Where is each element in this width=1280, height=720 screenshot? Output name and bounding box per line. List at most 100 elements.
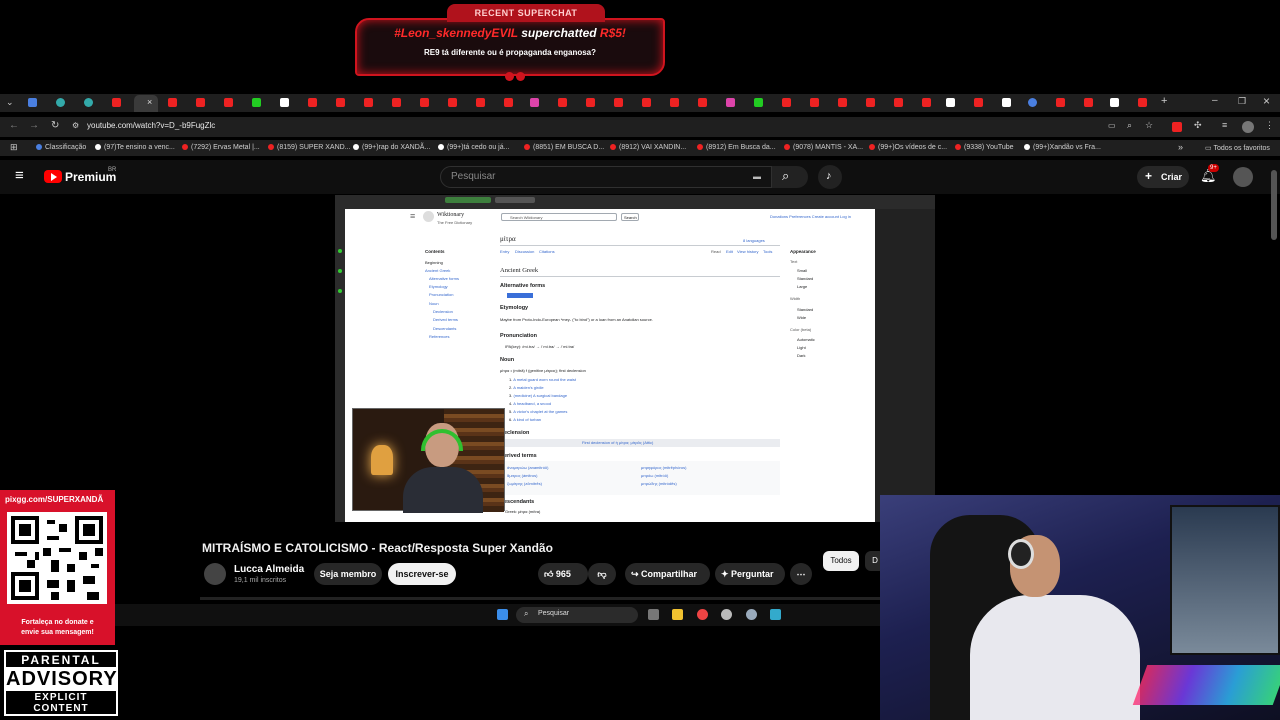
- hamburger-menu-icon[interactable]: ≡: [15, 167, 24, 184]
- tab-favicon[interactable]: [336, 98, 345, 107]
- tab-favicon[interactable]: [530, 98, 539, 107]
- extension-icon[interactable]: [1172, 122, 1182, 132]
- app-icon[interactable]: [721, 609, 732, 620]
- tab-favicon[interactable]: [112, 98, 121, 107]
- subscribe-button[interactable]: Inscrever-se: [388, 563, 456, 585]
- tab-favicon[interactable]: [476, 98, 485, 107]
- profile-avatar[interactable]: [1242, 121, 1254, 133]
- tab-favicon[interactable]: [392, 98, 401, 107]
- page-scrollbar[interactable]: [1271, 170, 1277, 240]
- browser-tab-strip[interactable]: ⌄ × + – ❐ ×: [0, 94, 1280, 112]
- search-button[interactable]: ⌕: [772, 166, 808, 188]
- tab-favicon[interactable]: [838, 98, 847, 107]
- tab-favicon[interactable]: [56, 98, 65, 107]
- windows-start-icon[interactable]: [497, 609, 508, 620]
- tab-favicon[interactable]: [866, 98, 875, 107]
- new-tab-icon[interactable]: +: [1161, 95, 1167, 107]
- tab-favicon[interactable]: [308, 98, 317, 107]
- tab-favicon[interactable]: [28, 98, 37, 107]
- tab-favicon[interactable]: [810, 98, 819, 107]
- tab-favicon[interactable]: [698, 98, 707, 107]
- tab-search-icon[interactable]: ≡: [1222, 120, 1227, 130]
- tab-favicon[interactable]: [1056, 98, 1065, 107]
- bookmark-item[interactable]: Classificação: [36, 144, 86, 151]
- search-input[interactable]: Pesquisar ▬: [440, 166, 772, 188]
- channel-name[interactable]: Lucca Almeida: [234, 564, 304, 575]
- tab-favicon[interactable]: [196, 98, 205, 107]
- cast-icon[interactable]: ▭: [1108, 121, 1116, 130]
- tab-favicon[interactable]: [84, 98, 93, 107]
- tab-favicon[interactable]: [922, 98, 931, 107]
- tab-favicon[interactable]: [224, 98, 233, 107]
- tab-favicon[interactable]: [894, 98, 903, 107]
- close-tab-icon[interactable]: ×: [147, 97, 152, 107]
- bookmark-item[interactable]: (8912) VAI XANDIN...: [610, 144, 686, 151]
- filter-chip-all[interactable]: Todos: [823, 551, 859, 571]
- tab-favicon[interactable]: [974, 98, 983, 107]
- tab-favicon[interactable]: [754, 98, 763, 107]
- tab-favicon[interactable]: [726, 98, 735, 107]
- bookmark-item[interactable]: (97)Te ensino a venc...: [95, 144, 175, 151]
- apps-grid-icon[interactable]: ⊞: [10, 142, 18, 153]
- tab-favicon[interactable]: [420, 98, 429, 107]
- tab-favicon[interactable]: [252, 98, 261, 107]
- account-avatar[interactable]: [1233, 167, 1253, 187]
- back-icon[interactable]: ←: [9, 120, 19, 131]
- tab-favicon[interactable]: [364, 98, 373, 107]
- tab-favicon[interactable]: [782, 98, 791, 107]
- ask-button[interactable]: ✦ Perguntar: [715, 563, 785, 585]
- bookmark-item[interactable]: (9338) YouTube: [955, 144, 1014, 151]
- file-explorer-icon[interactable]: [672, 609, 683, 620]
- chrome-icon[interactable]: [697, 609, 708, 620]
- share-button[interactable]: ↪ Compartilhar: [625, 563, 710, 585]
- bookmark-item[interactable]: (9078) MANTIS - XA...: [784, 144, 863, 151]
- active-tab[interactable]: ×: [134, 95, 158, 112]
- voice-search-button[interactable]: ♪: [818, 165, 842, 189]
- minimize-icon[interactable]: –: [1212, 95, 1218, 106]
- bookmark-star-icon[interactable]: ☆: [1145, 120, 1153, 131]
- tab-favicon[interactable]: [670, 98, 679, 107]
- channel-avatar[interactable]: [204, 563, 226, 585]
- create-button[interactable]: + Criar: [1137, 166, 1189, 188]
- more-bookmarks-icon[interactable]: »: [1178, 142, 1183, 152]
- bookmark-item[interactable]: (8159) SUPER XAND...: [268, 144, 351, 151]
- tab-favicon[interactable]: [280, 98, 289, 107]
- task-view-icon[interactable]: [648, 609, 659, 620]
- bookmark-item[interactable]: (99+)Os vídeos de c...: [869, 144, 947, 151]
- taskbar-search[interactable]: ⌕ Pesquisar: [516, 607, 638, 623]
- tab-favicon[interactable]: [1084, 98, 1093, 107]
- settings-icon[interactable]: [746, 609, 757, 620]
- tab-favicon[interactable]: [642, 98, 651, 107]
- tab-favicon[interactable]: [1028, 98, 1037, 107]
- tab-favicon[interactable]: [558, 98, 567, 107]
- tab-favicon[interactable]: [614, 98, 623, 107]
- tab-favicon[interactable]: [1110, 98, 1119, 107]
- forward-icon[interactable]: →: [29, 120, 39, 131]
- app-icon[interactable]: [770, 609, 781, 620]
- maximize-icon[interactable]: ❐: [1238, 96, 1246, 107]
- reload-icon[interactable]: ↻: [51, 120, 59, 131]
- extensions-puzzle-icon[interactable]: ✣: [1194, 120, 1202, 131]
- tab-list-icon[interactable]: ⌄: [6, 97, 14, 108]
- tab-favicon[interactable]: [1002, 98, 1011, 107]
- tab-favicon[interactable]: [504, 98, 513, 107]
- tab-favicon[interactable]: [1138, 98, 1147, 107]
- url-input[interactable]: youtube.com/watch?v=D_-b9FugZlc: [87, 121, 215, 130]
- like-button[interactable]: 👍︎ 965: [538, 563, 588, 585]
- join-button[interactable]: Seja membro: [314, 563, 382, 585]
- bookmark-item[interactable]: (99+)tá cedo ou já...: [438, 144, 509, 151]
- more-actions-button[interactable]: ⋯: [790, 563, 812, 585]
- tab-favicon[interactable]: [586, 98, 595, 107]
- all-favorites-folder[interactable]: ▭ Todos os favoritos: [1205, 144, 1270, 152]
- youtube-logo-icon[interactable]: [44, 170, 62, 183]
- site-info-icon[interactable]: ⚙: [72, 121, 79, 130]
- close-window-icon[interactable]: ×: [1263, 94, 1270, 108]
- dislike-button[interactable]: 👎︎: [588, 563, 616, 585]
- tab-favicon[interactable]: [448, 98, 457, 107]
- bookmark-item[interactable]: (7292) Ervas Metal |...: [182, 144, 260, 151]
- tab-favicon[interactable]: [946, 98, 955, 107]
- bookmark-item[interactable]: (99+)rap do XANDÃ...: [353, 144, 430, 151]
- bookmark-item[interactable]: (8912) Em Busca da...: [697, 144, 776, 151]
- zoom-icon[interactable]: ⌕: [1127, 120, 1132, 131]
- tab-favicon[interactable]: [168, 98, 177, 107]
